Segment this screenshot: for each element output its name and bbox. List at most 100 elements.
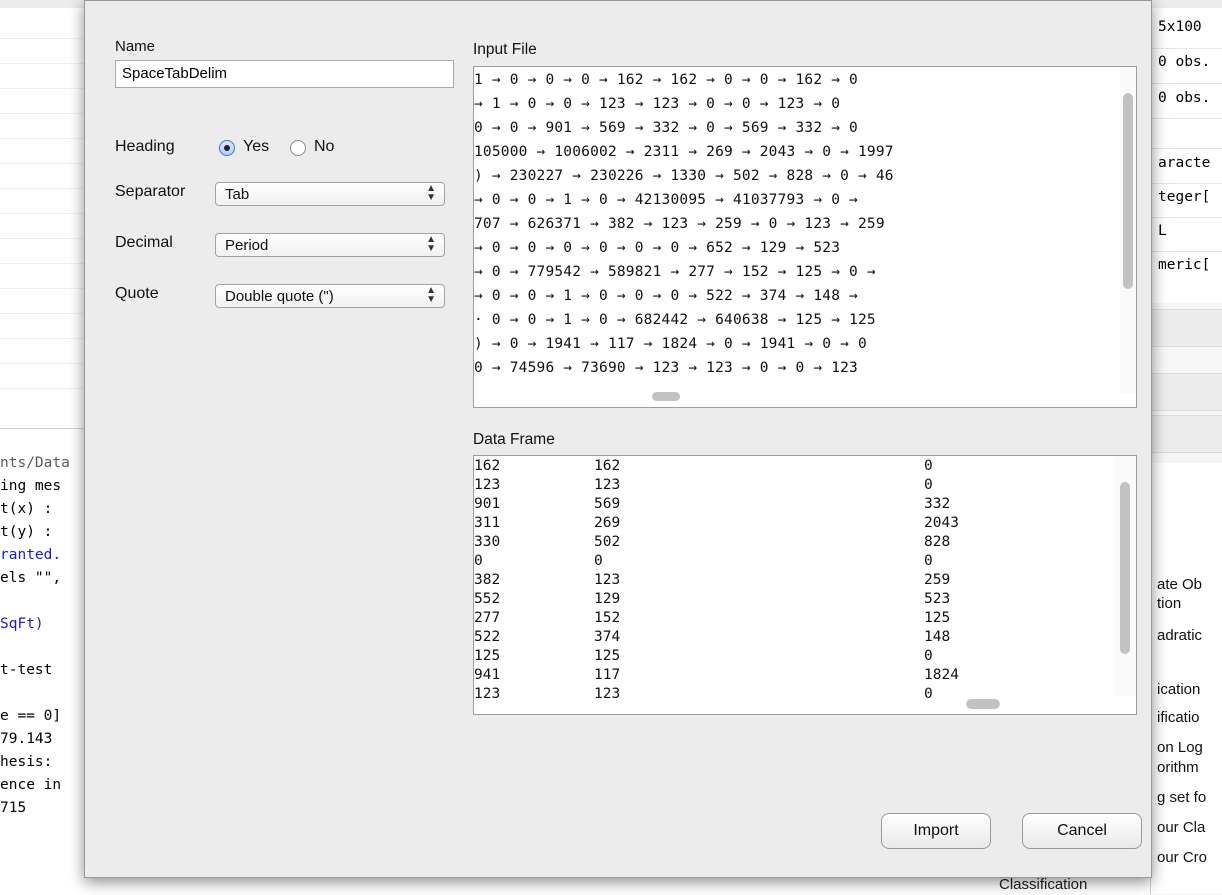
heading-no-label[interactable]: No <box>314 138 334 156</box>
pane-divider <box>0 188 92 189</box>
input-line: 0 → 74596 → 73690 → 123 → 123 → 0 → 0 → … <box>474 360 858 376</box>
input-line: · 0 → 0 → 1 → 0 → 682442 → 640638 → 125 … <box>474 312 876 328</box>
scrollbar-thumb[interactable] <box>1120 482 1130 654</box>
help-text: g set fo <box>1157 789 1207 806</box>
env-divider <box>1151 83 1222 84</box>
pane-divider <box>0 388 92 389</box>
data-frame-cell: 0 <box>474 553 483 569</box>
pane-divider <box>0 288 92 289</box>
separator-select[interactable]: Tab ▲ ▼ <box>215 182 445 206</box>
decimal-label: Decimal <box>115 234 173 251</box>
data-frame-cell: 125 <box>474 648 501 664</box>
data-frame-cell: 269 <box>594 515 621 531</box>
quote-label: Quote <box>115 285 159 302</box>
env-value: meric[ <box>1158 257 1211 273</box>
data-frame-cell: 941 <box>474 667 501 683</box>
data-frame-cell: 311 <box>474 515 501 531</box>
heading-label: Heading <box>115 138 175 155</box>
data-frame-cell: 123 <box>594 477 621 493</box>
help-text: our Cro <box>1157 849 1208 866</box>
data-frame-preview[interactable]: 162 162 0 123 123 0 901 569 332 311 269 2043 330 502 8… <box>473 455 1137 715</box>
console-line: ence in <box>0 777 62 793</box>
data-frame-cell: 901 <box>474 496 501 512</box>
env-divider <box>1151 148 1222 149</box>
data-frame-cell: 552 <box>474 591 501 607</box>
env-value: 0 obs. <box>1158 54 1211 70</box>
data-frame-cell: 123 <box>474 686 501 702</box>
data-frame-cell: 259 <box>924 572 951 588</box>
quote-select[interactable]: Double quote (") ▲ ▼ <box>215 284 445 308</box>
name-input[interactable]: SpaceTabDelim <box>115 60 454 88</box>
help-text: adratic <box>1157 627 1203 644</box>
console-line: 79.143 <box>0 731 53 747</box>
data-frame-cell: 0 <box>924 686 933 702</box>
pane-divider <box>0 63 92 64</box>
data-frame-cell: 123 <box>594 686 621 702</box>
help-text: on Log <box>1157 739 1203 756</box>
pane-divider <box>0 138 92 139</box>
import-dataset-dialog: Name SpaceTabDelim Heading Yes No Separa… <box>84 0 1152 878</box>
pane-divider <box>0 338 92 339</box>
pane-divider <box>0 88 92 89</box>
input-line: ) → 230227 → 230226 → 1330 → 502 → 828 →… <box>474 168 894 184</box>
cancel-button[interactable]: Cancel <box>1022 813 1142 849</box>
help-text: ificatio <box>1157 709 1200 726</box>
bottom-strip: Classification <box>84 877 1150 895</box>
console-line: hesis: <box>0 754 53 770</box>
input-line: 707 → 626371 → 382 → 123 → 259 → 0 → 123… <box>474 216 885 232</box>
help-heading: Classification <box>999 877 1088 893</box>
horizontal-scrollbar-thumb[interactable] <box>652 392 680 401</box>
separator-value: Tab <box>225 186 250 203</box>
console-line: SqFt) <box>0 616 44 632</box>
data-frame-cell: 148 <box>924 629 951 645</box>
input-file-preview[interactable]: 1 → 0 → 0 → 0 → 162 → 162 → 0 → 0 → 162 … <box>473 66 1137 408</box>
console-line: t-test <box>0 662 53 678</box>
chevron-updown-icon: ▲ ▼ <box>426 183 436 203</box>
input-line: → 0 → 0 → 1 → 0 → 0 → 0 → 522 → 374 → 14… <box>474 288 858 304</box>
horizontal-scrollbar-thumb[interactable] <box>966 699 1000 709</box>
data-frame-cell: 0 <box>924 458 933 474</box>
data-frame-cell: 125 <box>594 648 621 664</box>
data-frame-cell: 117 <box>594 667 621 683</box>
env-divider <box>1151 183 1222 184</box>
files-pane-toolbar <box>1150 303 1222 463</box>
separator-label: Separator <box>115 183 186 200</box>
data-frame-cell: 0 <box>924 553 933 569</box>
env-divider <box>1151 48 1222 49</box>
import-button[interactable]: Import <box>881 813 991 849</box>
console-line: e == 0] <box>0 708 62 724</box>
help-text: tion <box>1157 595 1182 612</box>
pane-divider <box>0 363 92 364</box>
pane-divider <box>0 213 92 214</box>
heading-yes-label[interactable]: Yes <box>243 138 269 156</box>
help-text: ication <box>1157 681 1201 698</box>
input-line: ) → 0 → 1941 → 117 → 1824 → 0 → 1941 → 0… <box>474 336 867 352</box>
env-value: teger[ <box>1158 189 1211 205</box>
data-frame-cell: 374 <box>594 629 621 645</box>
env-value: L <box>1158 223 1167 239</box>
vertical-scrollbar[interactable] <box>1114 456 1136 696</box>
console-pane[interactable]: nts/Data ing mes t(x) : t(y) : ranted. e… <box>0 428 93 895</box>
scrollbar-thumb[interactable] <box>1123 93 1133 289</box>
input-line: → 0 → 779542 → 589821 → 277 → 152 → 125 … <box>474 264 876 280</box>
data-frame-cell: 0 <box>594 553 603 569</box>
console-line: t(x) : <box>0 501 53 517</box>
env-value: 5x100 <box>1158 19 1202 35</box>
heading-yes-radio[interactable] <box>219 140 235 156</box>
decimal-select[interactable]: Period ▲ ▼ <box>215 233 445 257</box>
heading-no-radio[interactable] <box>290 140 306 156</box>
console-line: nts/Data <box>0 455 70 471</box>
data-frame-cell: 1824 <box>924 667 959 683</box>
source-pane <box>0 8 93 428</box>
quote-value: Double quote (") <box>225 288 334 305</box>
env-divider <box>1151 251 1222 252</box>
decimal-value: Period <box>225 237 269 254</box>
vertical-scrollbar[interactable] <box>1120 67 1136 393</box>
pane-divider <box>0 263 92 264</box>
data-frame-cell: 277 <box>474 610 501 626</box>
env-divider <box>1151 217 1222 218</box>
help-text: orithm <box>1157 759 1199 776</box>
input-file-label: Input File <box>473 41 537 58</box>
console-line: 715 <box>0 800 27 816</box>
data-frame-cell: 123 <box>474 477 501 493</box>
